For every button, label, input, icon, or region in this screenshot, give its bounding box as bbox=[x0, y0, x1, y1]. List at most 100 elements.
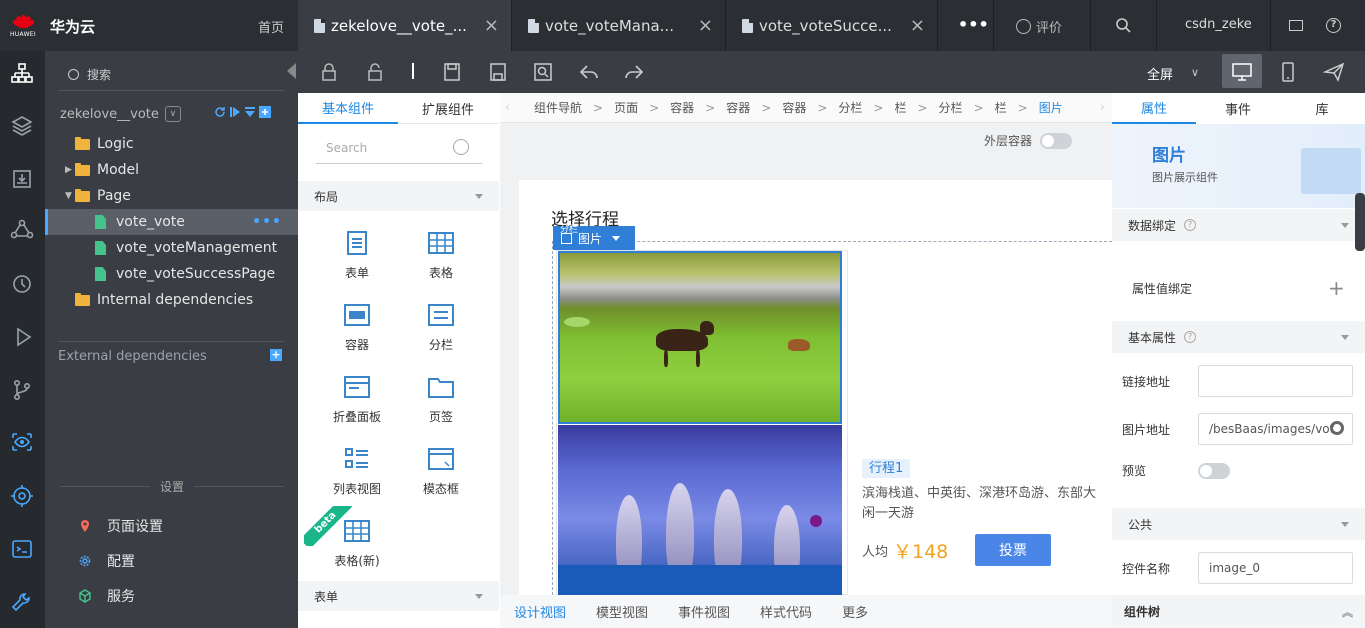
scroll-left-icon[interactable]: ‹ bbox=[505, 100, 510, 114]
tab-style-code[interactable]: 样式代码 bbox=[760, 602, 812, 621]
tree-item-logic[interactable]: Logic bbox=[45, 131, 298, 157]
preview-eye-icon[interactable] bbox=[10, 430, 34, 454]
editor-tab-vote-management[interactable]: vote_voteMana... × bbox=[512, 0, 726, 51]
breadcrumb-item[interactable]: 组件导航 bbox=[534, 99, 582, 116]
search-icon[interactable] bbox=[453, 139, 469, 155]
component-tabs[interactable]: 页签 bbox=[406, 374, 476, 425]
editor-tab-vote[interactable]: zekelove__vote_... × bbox=[298, 0, 512, 51]
more-options-icon[interactable]: ••• bbox=[252, 214, 282, 230]
breadcrumb-item[interactable]: 分栏 bbox=[838, 99, 862, 116]
section-public[interactable]: 公共 bbox=[1112, 508, 1365, 540]
component-columns[interactable]: 分栏 bbox=[406, 302, 476, 353]
panel-scroll-handle[interactable] bbox=[1355, 193, 1365, 251]
dolphin-show-image[interactable] bbox=[558, 425, 842, 595]
save-all-icon[interactable] bbox=[487, 62, 509, 82]
breadcrumb-item[interactable]: 容器 bbox=[782, 99, 806, 116]
tab-event-view[interactable]: 事件视图 bbox=[678, 602, 730, 621]
tree-item-vote-vote[interactable]: vote_vote ••• bbox=[45, 209, 298, 235]
component-form[interactable]: 表单 bbox=[322, 230, 392, 281]
close-icon[interactable]: × bbox=[698, 15, 713, 36]
component-table[interactable]: 表格 bbox=[406, 230, 476, 281]
flow-icon[interactable] bbox=[10, 219, 34, 243]
scroll-right-icon[interactable]: › bbox=[1100, 100, 1105, 114]
chevron-down-icon[interactable]: ∨ bbox=[1191, 66, 1199, 79]
refresh-icon[interactable] bbox=[214, 106, 226, 118]
tree-item-page[interactable]: ▼ Page bbox=[45, 183, 298, 209]
preview-search-icon[interactable] bbox=[532, 62, 554, 82]
explorer-search-input[interactable]: 搜索 bbox=[58, 59, 284, 91]
gear-icon[interactable] bbox=[1330, 421, 1344, 435]
add-dependency-icon[interactable]: + bbox=[270, 349, 282, 361]
tree-item-model[interactable]: ▶ Model bbox=[45, 157, 298, 183]
more-tabs-button[interactable]: ••• bbox=[958, 15, 989, 34]
vote-button[interactable]: 投票 bbox=[975, 534, 1051, 566]
add-binding-icon[interactable]: + bbox=[1328, 276, 1345, 300]
preview-toggle[interactable] bbox=[1198, 463, 1230, 479]
section-data-binding[interactable]: 数据绑定 ? bbox=[1112, 209, 1365, 241]
close-icon[interactable]: × bbox=[910, 15, 925, 36]
close-icon[interactable]: × bbox=[484, 15, 499, 36]
tab-model-view[interactable]: 模型视图 bbox=[596, 602, 648, 621]
tab-more[interactable]: 更多 bbox=[842, 602, 868, 621]
target-icon[interactable] bbox=[10, 484, 34, 508]
lock-icon[interactable] bbox=[318, 62, 340, 82]
rate-button[interactable]: 评价 bbox=[1016, 17, 1062, 36]
add-icon[interactable] bbox=[259, 106, 271, 118]
section-form[interactable]: 表单 bbox=[298, 581, 499, 611]
run-icon[interactable] bbox=[229, 106, 241, 118]
branch-icon[interactable] bbox=[10, 378, 34, 402]
breadcrumb-item[interactable]: 页面 bbox=[614, 99, 638, 116]
breadcrumb-item[interactable]: 栏 bbox=[995, 99, 1007, 116]
tree-item-vote-success[interactable]: vote_voteSuccessPage bbox=[45, 261, 298, 287]
tree-item-vote-management[interactable]: vote_voteManagement bbox=[45, 235, 298, 261]
tab-design-view[interactable]: 设计视图 bbox=[514, 602, 566, 621]
breadcrumb-item[interactable]: 栏 bbox=[894, 99, 906, 116]
tree-item-internal-deps[interactable]: Internal dependencies bbox=[45, 287, 298, 313]
layers-icon[interactable] bbox=[10, 114, 34, 138]
tab-library[interactable]: 库 bbox=[1280, 93, 1364, 124]
breadcrumb-item-current[interactable]: 图片 bbox=[1039, 99, 1063, 116]
collapse-panel-icon[interactable] bbox=[287, 63, 296, 79]
history-icon[interactable] bbox=[10, 272, 34, 296]
external-dependencies-label[interactable]: External dependencies bbox=[58, 349, 207, 364]
breadcrumb-item[interactable]: 容器 bbox=[726, 99, 750, 116]
tab-extended-components[interactable]: 扩展组件 bbox=[398, 93, 498, 124]
project-selector[interactable]: zekelove__vote ∨ bbox=[60, 106, 181, 122]
save-icon[interactable] bbox=[441, 62, 463, 82]
home-link[interactable]: 首页 bbox=[258, 17, 284, 36]
component-collapse[interactable]: 折叠面板 bbox=[322, 374, 392, 425]
hierarchy-icon[interactable] bbox=[10, 62, 34, 86]
chevron-up-icon[interactable]: ︽ bbox=[1342, 604, 1353, 620]
wrench-icon[interactable] bbox=[10, 590, 34, 614]
debug-run-icon[interactable] bbox=[10, 325, 34, 349]
editor-tab-vote-success[interactable]: vote_voteSucce... × bbox=[726, 0, 938, 51]
component-tree-header[interactable]: 组件树 ︽ bbox=[1112, 595, 1365, 628]
brand-name[interactable]: 华为云 bbox=[50, 16, 95, 37]
horse-pasture-image[interactable] bbox=[558, 251, 842, 424]
outer-container-toggle[interactable] bbox=[1040, 133, 1072, 149]
breadcrumb-item[interactable]: 分栏 bbox=[939, 99, 963, 116]
help-icon[interactable]: ? bbox=[1184, 219, 1197, 231]
section-basic-properties[interactable]: 基本属性 ? bbox=[1112, 321, 1365, 353]
config-item[interactable]: 配置 bbox=[78, 551, 135, 571]
service-item[interactable]: 服务 bbox=[78, 586, 135, 606]
tab-basic-components[interactable]: 基本组件 bbox=[298, 93, 398, 124]
huawei-logo[interactable]: HUAWEI bbox=[0, 0, 46, 51]
user-name[interactable]: csdn_zeke bbox=[1185, 17, 1252, 32]
component-listview[interactable]: 列表视图 bbox=[322, 446, 392, 497]
link-address-input[interactable] bbox=[1198, 365, 1353, 397]
publish-send-icon[interactable] bbox=[1323, 62, 1345, 82]
breadcrumb-item[interactable]: 容器 bbox=[670, 99, 694, 116]
control-name-input[interactable]: image_0 bbox=[1198, 552, 1353, 584]
unlock-icon[interactable] bbox=[364, 62, 386, 82]
section-layout[interactable]: 布局 bbox=[298, 181, 499, 211]
redo-icon[interactable] bbox=[623, 62, 645, 82]
component-modal[interactable]: 模态框 bbox=[406, 446, 476, 497]
fullscreen-select[interactable]: 全屏 bbox=[1147, 64, 1173, 83]
help-icon[interactable]: ? bbox=[1326, 18, 1341, 33]
terminal-icon[interactable] bbox=[10, 537, 34, 561]
tab-events[interactable]: 事件 bbox=[1196, 93, 1280, 124]
component-container[interactable]: 容器 bbox=[322, 302, 392, 353]
tab-properties[interactable]: 属性 bbox=[1112, 93, 1196, 124]
mobile-icon[interactable] bbox=[1277, 62, 1299, 82]
